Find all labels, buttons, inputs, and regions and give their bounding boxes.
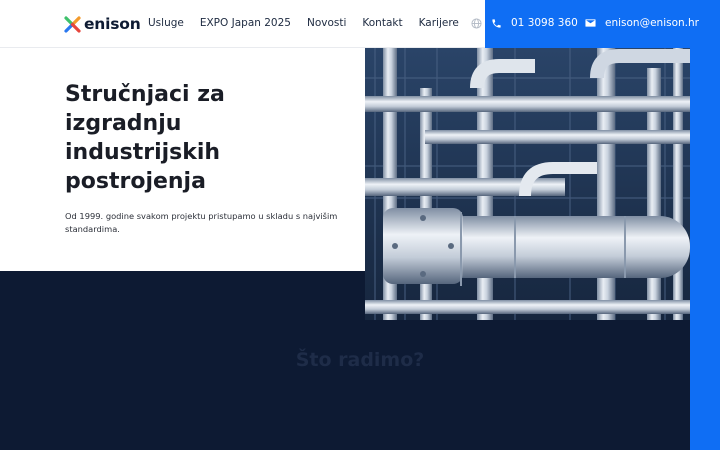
nav-item-karijere[interactable]: Karijere [419, 14, 459, 32]
x-mark-logo-icon [64, 15, 81, 33]
hero-title-line: industrijskih [65, 140, 221, 165]
email-contact[interactable]: enison@enison.hr [585, 14, 699, 32]
nav-item-expo-japan[interactable]: EXPO Japan 2025 [200, 14, 291, 32]
hero-title-line: postrojenja [65, 169, 206, 194]
nav-item-novosti[interactable]: Novosti [307, 14, 346, 32]
envelope-icon [585, 19, 596, 27]
hero-title-line: Stručnjaci za [65, 82, 225, 107]
contact-bar: 01 3098 360 enison@enison.hr [485, 0, 720, 48]
hero-title: Stručnjaci za izgradnju industrijskih po… [65, 80, 355, 196]
site-header: enison Usluge EXPO Japan 2025 Novosti Ko… [0, 0, 720, 48]
nav-item-usluge[interactable]: Usluge [148, 14, 184, 32]
nav-item-kontakt[interactable]: Kontakt [362, 14, 402, 32]
hero-text: Stručnjaci za izgradnju industrijskih po… [65, 80, 355, 236]
brand-name: enison [84, 15, 141, 33]
main-nav: Usluge EXPO Japan 2025 Novosti Kontakt K… [148, 14, 501, 32]
brand-logo[interactable]: enison [64, 13, 141, 35]
phone-icon [492, 18, 501, 28]
page: enison Usluge EXPO Japan 2025 Novosti Ko… [0, 0, 720, 450]
hero-title-line: izgradnju [65, 111, 182, 136]
accent-strip [690, 48, 720, 450]
section-title: Što radimo? [295, 349, 425, 371]
industrial-pipes-illustration [365, 48, 690, 320]
globe-icon [471, 17, 482, 29]
phone-contact[interactable]: 01 3098 360 [491, 14, 578, 32]
hero-image-industrial-plant [365, 48, 690, 320]
hero-subtitle: Od 1999. godine svakom projektu pristupa… [65, 211, 338, 234]
email-address: enison@enison.hr [605, 17, 699, 29]
phone-number: 01 3098 360 [511, 17, 578, 29]
